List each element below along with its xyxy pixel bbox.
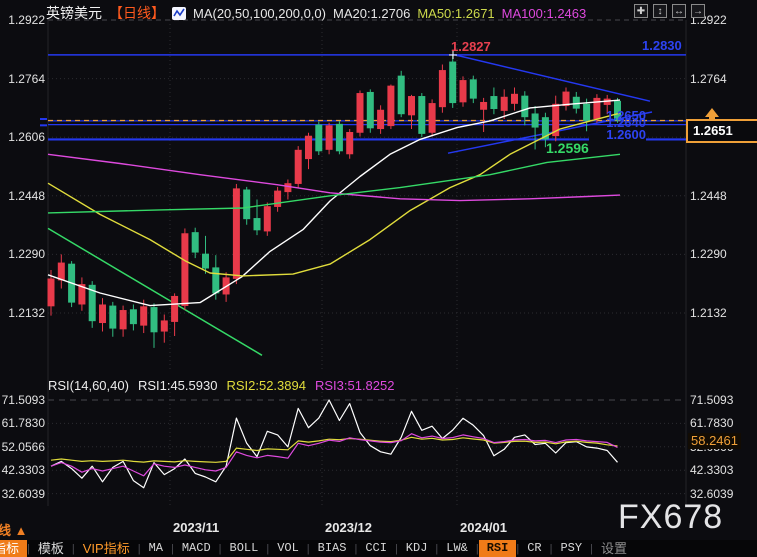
price-axis-label-left: 1.2448: [1, 189, 45, 203]
toolbar-item-boll[interactable]: BOLL: [222, 540, 267, 557]
price-axis-label-right: 1.2290: [690, 247, 734, 261]
ma20-value: MA20:1.2706: [333, 6, 410, 21]
zoom-x-axis-icon[interactable]: ↔: [672, 4, 686, 18]
toolbar-item-kdj[interactable]: KDJ: [398, 540, 436, 557]
ma200-price-label: 1.2596: [546, 140, 589, 156]
fx678-watermark: FX678: [618, 498, 723, 537]
price-axis-label-right: 1.2448: [690, 189, 734, 203]
rsi3-value: RSI3:51.8252: [315, 378, 395, 393]
toolbar-item-vol[interactable]: VOL: [269, 540, 307, 557]
pane-collapse-toggle[interactable]: 日线 ▲: [0, 520, 27, 539]
chart-tool-buttons: ✚ ↕ ↔ →: [634, 4, 705, 18]
toolbar-item-lw&[interactable]: LW&: [438, 540, 476, 557]
price-axis-label-left: 1.2290: [1, 247, 45, 261]
last-price-box: 1.2651: [686, 119, 757, 143]
rsi-current-value-badge: 58.2461: [688, 433, 741, 449]
toolbar-item-设置[interactable]: 设置: [593, 540, 635, 557]
toolbar-item-psy[interactable]: PSY: [552, 540, 590, 557]
rsi-axis-label-left: 71.5093: [1, 393, 45, 407]
rsi-axis-label-right: 71.5093: [690, 393, 734, 407]
x-axis-label-jan: 2024/01: [460, 520, 507, 535]
rsi-axis-label-left: 42.3303: [1, 463, 45, 477]
symbol-name: 英镑美元: [46, 3, 102, 23]
ma-settings-label: MA(20,50,100,200,0,0): [193, 6, 326, 21]
rsi-axis-label-right: 61.7830: [690, 416, 734, 430]
toolbar-item-rsi[interactable]: RSI: [479, 540, 517, 557]
price-axis-label-right: 1.2764: [690, 72, 734, 86]
indicator-chart-icon[interactable]: [172, 7, 186, 20]
price-axis-label-right: 1.2132: [690, 306, 734, 320]
price-axis-label-left: 1.2764: [1, 72, 45, 86]
rsi-header: RSI(14,60,40) RSI1:45.5930 RSI2:52.3894 …: [48, 378, 394, 393]
swing-high-label: 1.2827: [451, 39, 491, 54]
rsi-axis-label-left: 32.6039: [1, 487, 45, 501]
candles-layer: [48, 55, 622, 348]
zoom-y-axis-icon[interactable]: ↕: [653, 4, 667, 18]
pan-crosshair-icon[interactable]: ✚: [634, 4, 648, 18]
toolbar-item-模板[interactable]: 模板: [30, 540, 72, 557]
ma100-value: MA100:1.2463: [502, 6, 587, 21]
rsi-axis-label-left: 61.7830: [1, 416, 45, 430]
price-axis-label-left: 1.2606: [1, 130, 45, 144]
x-axis-label-dec: 2023/12: [325, 520, 372, 535]
chart-canvas[interactable]: [0, 0, 757, 557]
timeframe-label[interactable]: 【日线】: [109, 3, 165, 23]
toolbar-item-指标[interactable]: 指标: [0, 540, 27, 557]
rsi1-value: RSI1:45.5930: [138, 378, 218, 393]
price-axis-label-left: 1.2132: [1, 306, 45, 320]
rsi2-value: RSI2:52.3894: [226, 378, 306, 393]
rsi-axis-label-right: 42.3303: [690, 463, 734, 477]
indicator-toolbar: 指标|模板|VIP指标|MA|MACD|BOLL|VOL|BIAS|CCI|KD…: [0, 540, 757, 557]
rsi-params: RSI(14,60,40): [48, 378, 129, 393]
toolbar-item-macd[interactable]: MACD: [174, 540, 219, 557]
price-axis-label-left: 1.2922: [1, 13, 45, 27]
chart-header: 英镑美元 【日线】 MA(20,50,100,200,0,0) MA20:1.2…: [46, 3, 586, 23]
rsi-axis-label-left: 52.0566: [1, 440, 45, 454]
toolbar-item-bias[interactable]: BIAS: [310, 540, 355, 557]
toolbar-item-cr[interactable]: CR: [519, 540, 549, 557]
toolbar-item-ma[interactable]: MA: [141, 540, 171, 557]
ma50-value: MA50:1.2671: [417, 6, 494, 21]
resistance-level-label: 1.2830: [642, 38, 682, 53]
x-axis-label-nov: 2023/11: [173, 520, 219, 535]
toolbar-item-vip指标[interactable]: VIP指标: [75, 540, 138, 557]
shift-right-icon[interactable]: →: [691, 4, 705, 18]
toolbar-item-cci[interactable]: CCI: [357, 540, 395, 557]
level-1.2600-label: 1.2600: [589, 127, 646, 142]
chart-window: 英镑美元 【日线】 MA(20,50,100,200,0,0) MA20:1.2…: [0, 0, 757, 557]
